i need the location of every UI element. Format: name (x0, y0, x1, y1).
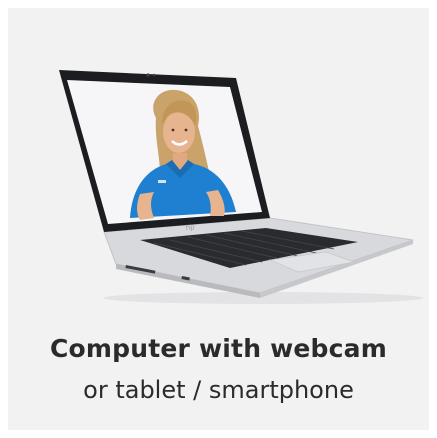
svg-text:hp: hp (185, 223, 195, 232)
laptop-with-video-call-icon: hp (59, 70, 423, 304)
card-title: Computer with webcam (49, 334, 387, 363)
card-subtitle: or tablet / smartphone (83, 376, 354, 404)
device-requirement-card: hp Computer with webcam or tablet / smar… (8, 8, 429, 430)
